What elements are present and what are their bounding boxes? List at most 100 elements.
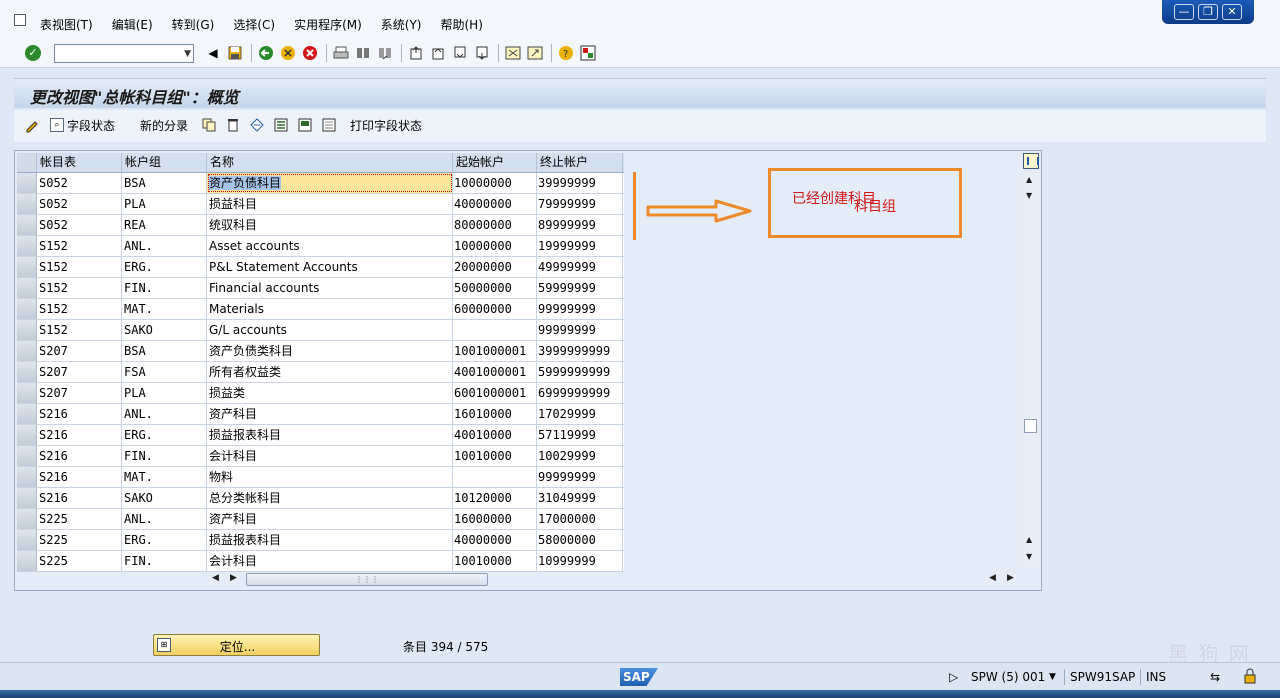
help-icon[interactable]: ? (557, 44, 575, 62)
previous-page-icon[interactable] (429, 44, 447, 62)
last-page-icon[interactable] (473, 44, 491, 62)
find-icon[interactable] (354, 44, 372, 62)
row-selector[interactable] (17, 467, 37, 487)
next-page-icon[interactable] (451, 44, 469, 62)
field-status-button[interactable]: ⌕ 字段状态 (50, 116, 115, 134)
select-all-cell[interactable] (17, 153, 37, 172)
row-selector[interactable] (17, 362, 37, 382)
row-selector[interactable] (17, 257, 37, 277)
name-cell[interactable]: 资产负债类科目 (207, 341, 453, 361)
row-selector[interactable] (17, 278, 37, 298)
row-selector[interactable] (17, 236, 37, 256)
name-cell[interactable]: 损益科目 (207, 194, 453, 214)
column-header-to-account[interactable]: 终止帐户 (537, 153, 623, 172)
column-header-account-group[interactable]: 帐户组 (122, 153, 207, 172)
copy-icon[interactable] (201, 116, 217, 134)
menu-item[interactable]: 表视图(T) (40, 16, 93, 33)
status-expand-icon[interactable]: ▷ (949, 670, 958, 684)
row-selector[interactable] (17, 173, 37, 193)
vertical-scroll-thumb[interactable] (1024, 419, 1037, 433)
scroll-up-icon[interactable]: ▲ (1026, 175, 1032, 184)
table-row[interactable]: S052 BSA 资产负债科目 10000000 39999999 (17, 173, 624, 194)
row-selector[interactable] (17, 215, 37, 235)
restore-button[interactable]: ❐ (1198, 4, 1218, 20)
row-selector[interactable] (17, 383, 37, 403)
system-menu-icon[interactable] (14, 14, 26, 26)
menu-item[interactable]: 实用程序(M) (294, 16, 362, 33)
row-selector[interactable] (17, 509, 37, 529)
command-input[interactable] (55, 45, 175, 62)
find-next-icon[interactable] (376, 44, 394, 62)
name-cell[interactable]: 物料 (207, 467, 453, 487)
table-row[interactable]: S216 ERG. 损益报表科目 40010000 57119999 (17, 425, 624, 446)
table-row[interactable]: S216 MAT. 物料 99999999 (17, 467, 624, 488)
new-entries-button[interactable]: 新的分录 (140, 116, 188, 134)
menu-item[interactable]: 帮助(H) (441, 16, 483, 33)
table-row[interactable]: S225 ERG. 损益报表科目 40000000 58000000 (17, 530, 624, 551)
table-row[interactable]: S152 SAKO G/L accounts 99999999 (17, 320, 624, 341)
change-display-icon[interactable] (24, 116, 40, 134)
table-row[interactable]: S216 FIN. 会计科目 10010000 10029999 (17, 446, 624, 467)
name-cell[interactable]: 会计科目 (207, 446, 453, 466)
column-header-from-account[interactable]: 起始帐户 (453, 153, 537, 172)
cancel-icon[interactable] (301, 44, 319, 62)
select-block-icon[interactable] (297, 116, 313, 134)
name-cell[interactable]: 资产负债科目 (207, 173, 453, 193)
name-cell[interactable]: Asset accounts (207, 236, 453, 256)
scroll-page-down-icon[interactable]: ▼ (1026, 552, 1032, 561)
system-info-dropdown-icon[interactable]: ▼ (1049, 672, 1056, 682)
print-field-status-button[interactable]: 打印字段状态 (350, 116, 422, 134)
insert-mode[interactable]: INS (1146, 670, 1166, 684)
deselect-all-icon[interactable] (321, 116, 337, 134)
table-row[interactable]: S207 FSA 所有者权益类 4001000001 5999999999 (17, 362, 624, 383)
name-cell[interactable]: P&L Statement Accounts (207, 257, 453, 277)
menu-item[interactable]: 编辑(E) (112, 16, 153, 33)
row-selector[interactable] (17, 341, 37, 361)
table-row[interactable]: S225 ANL. 资产科目 16000000 17000000 (17, 509, 624, 530)
name-cell[interactable]: 资产科目 (207, 404, 453, 424)
table-row[interactable]: S152 MAT. Materials 60000000 99999999 (17, 299, 624, 320)
print-icon[interactable] (332, 44, 350, 62)
name-cell[interactable]: 统驭科目 (207, 215, 453, 235)
scroll-left-icon[interactable]: ◀ (212, 573, 219, 583)
column-header-chart-of-accounts[interactable]: 帐目表 (37, 153, 122, 172)
scroll-down-icon[interactable]: ▼ (1026, 191, 1032, 200)
name-cell[interactable]: 损益报表科目 (207, 530, 453, 550)
row-selector[interactable] (17, 551, 37, 571)
table-row[interactable]: S207 BSA 资产负债类科目 1001000001 3999999999 (17, 341, 624, 362)
row-selector[interactable] (17, 194, 37, 214)
row-selector[interactable] (17, 299, 37, 319)
table-row[interactable]: S152 ERG. P&L Statement Accounts 20000000 49… (17, 257, 624, 278)
horizontal-scrollbar[interactable]: ◀ ▶ ⋮⋮⋮ (210, 571, 490, 587)
name-cell[interactable]: G/L accounts (207, 320, 453, 340)
row-selector[interactable] (17, 488, 37, 508)
table-row[interactable]: S052 REA 统驭科目 80000000 89999999 (17, 215, 624, 236)
row-selector[interactable] (17, 404, 37, 424)
table-row[interactable]: S216 ANL. 资产科目 16010000 17029999 (17, 404, 624, 425)
name-cell[interactable]: 资产科目 (207, 509, 453, 529)
scroll-left-icon-right[interactable]: ◀ (989, 573, 996, 583)
table-row[interactable]: S152 ANL. Asset accounts 10000000 19999999 (17, 236, 624, 257)
save-icon[interactable] (226, 44, 244, 62)
close-button[interactable]: ✕ (1222, 4, 1242, 20)
horizontal-scroll-thumb[interactable]: ⋮⋮⋮ (246, 573, 488, 586)
name-cell[interactable]: 损益类 (207, 383, 453, 403)
exit-icon[interactable] (279, 44, 297, 62)
row-selector[interactable] (17, 320, 37, 340)
table-row[interactable]: S216 SAKO 总分类帐科目 10120000 31049999 (17, 488, 624, 509)
first-page-icon[interactable] (407, 44, 425, 62)
row-selector[interactable] (17, 425, 37, 445)
back-arrow-icon[interactable]: ◀ (204, 44, 222, 62)
back-icon[interactable] (257, 44, 275, 62)
select-all-icon[interactable] (273, 116, 289, 134)
scroll-page-up-icon[interactable]: ▲ (1026, 535, 1032, 544)
vertical-scrollbar[interactable]: ▲ ▼ ▲ ▼ (1023, 173, 1039, 568)
scroll-right-icon-right[interactable]: ▶ (1007, 573, 1014, 583)
name-cell[interactable]: 总分类帐科目 (207, 488, 453, 508)
table-row[interactable]: S225 FIN. 会计科目 10010000 10999999 (17, 551, 624, 572)
layout-menu-icon[interactable] (579, 44, 597, 62)
name-cell[interactable]: Financial accounts (207, 278, 453, 298)
column-header-name[interactable]: 名称 (207, 153, 453, 172)
undo-change-icon[interactable] (249, 116, 265, 134)
scroll-right-icon[interactable]: ▶ (230, 573, 237, 583)
